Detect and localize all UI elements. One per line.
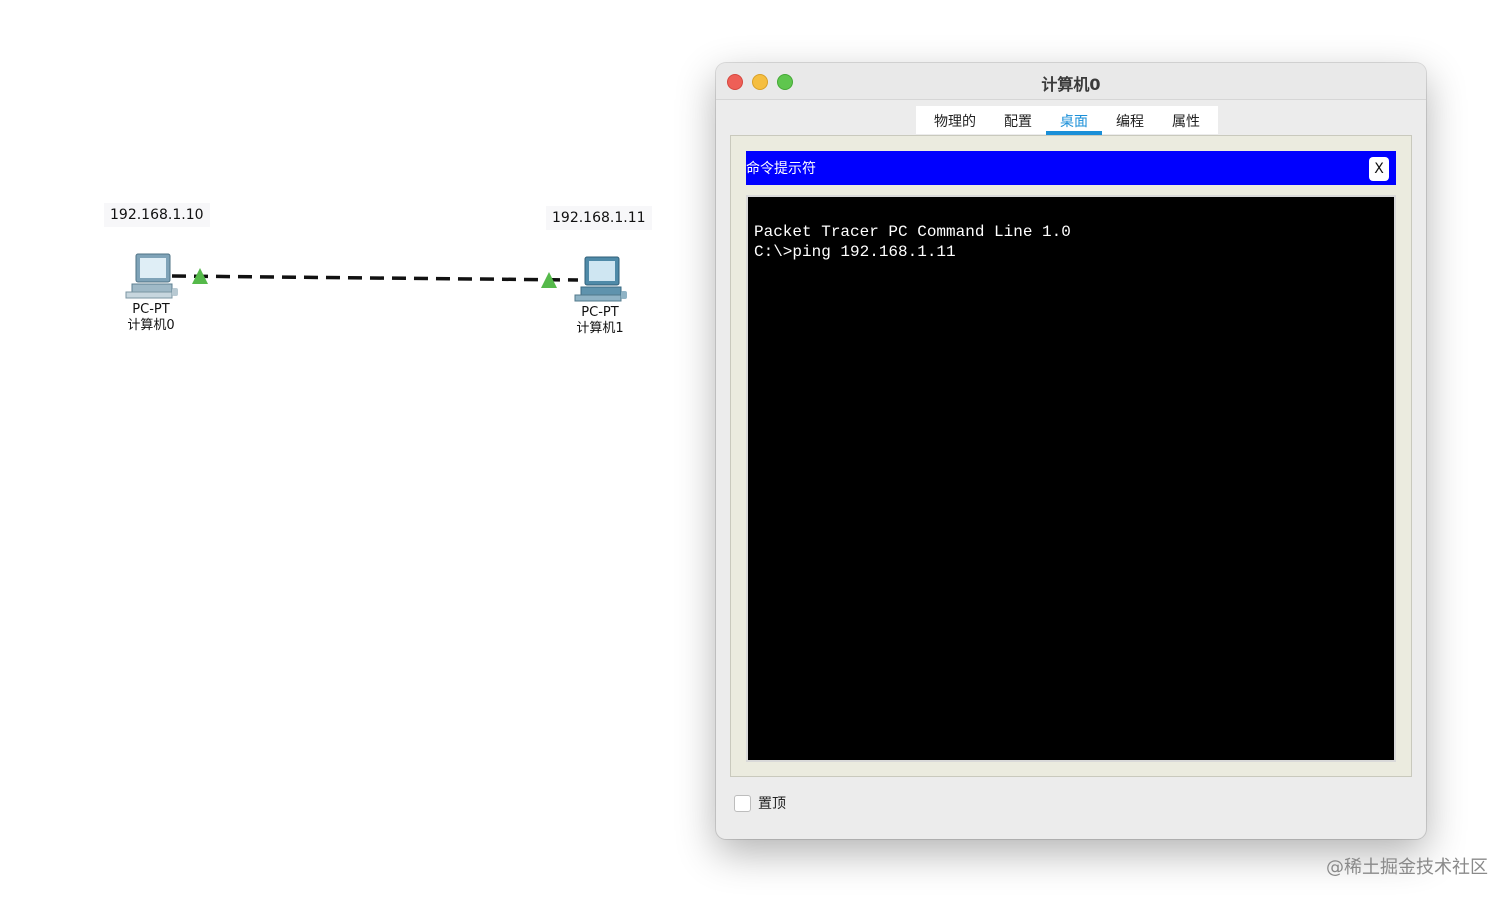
device-window[interactable]: 计算机0 物理的 配置 桌面 编程 属性 命令提示符 X Packet Trac…: [716, 63, 1426, 839]
tab-bar: 物理的 配置 桌面 编程 属性: [916, 106, 1218, 135]
pc-icon: [574, 256, 627, 302]
terminal-line: Packet Tracer PC Command Line 1.0: [754, 223, 1071, 241]
tab-config[interactable]: 配置: [990, 106, 1046, 134]
device-name-label: 计算机1: [576, 321, 624, 336]
device-type-label: PC-PT: [581, 305, 619, 320]
terminal-line: C:\>ping 192.168.1.11: [754, 243, 956, 261]
device-name-label: 计算机0: [127, 318, 175, 333]
command-prompt-title: 命令提示符: [746, 161, 816, 177]
device-type-label: PC-PT: [132, 302, 170, 317]
tab-programming[interactable]: 编程: [1102, 106, 1158, 134]
watermark: @稀土掘金技术社区: [1326, 857, 1488, 878]
ip-label-pc0: 192.168.1.10: [104, 203, 210, 227]
ip-label-pc1: 192.168.1.11: [546, 206, 652, 230]
window-titlebar[interactable]: 计算机0: [716, 63, 1426, 100]
tab-physical[interactable]: 物理的: [920, 106, 990, 134]
ethernet-link[interactable]: [0, 0, 700, 400]
pc-icon: [125, 253, 178, 299]
device-pc0[interactable]: PC-PT 计算机0: [111, 252, 191, 334]
link-cable[interactable]: [171, 274, 579, 282]
command-prompt-close-button[interactable]: X: [1369, 157, 1389, 181]
command-prompt-header: 命令提示符 X: [746, 151, 1396, 185]
pin-on-top-label: 置顶: [758, 796, 786, 812]
pin-on-top-row[interactable]: 置顶: [734, 793, 786, 813]
device-pc1[interactable]: PC-PT 计算机1: [560, 255, 640, 337]
window-title: 计算机0: [1041, 75, 1101, 94]
pin-on-top-checkbox[interactable]: [734, 794, 751, 812]
desktop-panel: 命令提示符 X Packet Tracer PC Command Line 1.…: [730, 135, 1412, 777]
tab-desktop[interactable]: 桌面: [1046, 106, 1102, 135]
tab-attributes[interactable]: 属性: [1158, 106, 1214, 134]
terminal-output[interactable]: Packet Tracer PC Command Line 1.0 C:\>pi…: [746, 195, 1396, 762]
